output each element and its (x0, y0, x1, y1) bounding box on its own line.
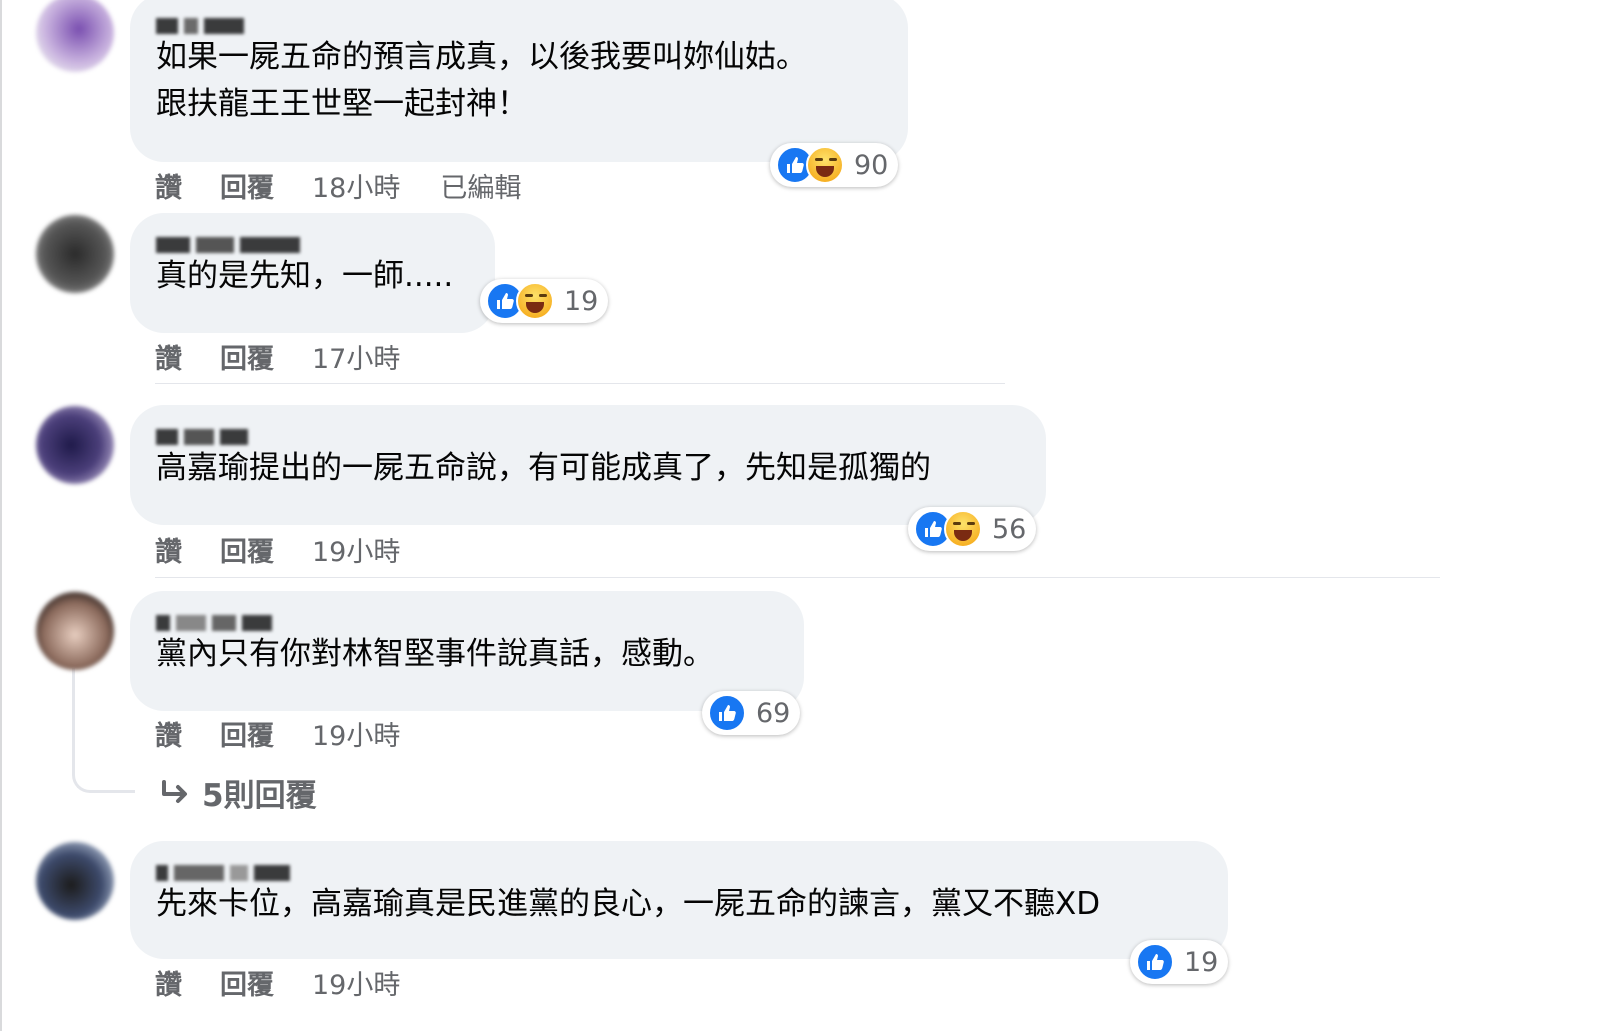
like-button[interactable]: 讚 (155, 963, 182, 1002)
comment-text-line: 高嘉瑜提出的一屍五命說，有可能成真了，先知是孤獨的 (156, 450, 931, 486)
reply-button[interactable]: 回覆 (220, 166, 274, 205)
like-icon (1136, 943, 1174, 981)
comment-actions: 讚 回覆 17小時 (155, 337, 440, 376)
comment-text-line: 黨內只有你對林智堅事件說真話，感動。 (156, 636, 714, 672)
haha-icon (806, 146, 844, 184)
reaction-summary[interactable]: 19 (1130, 940, 1229, 984)
author-name-redacted[interactable] (156, 601, 778, 631)
reaction-summary[interactable]: 19 (480, 279, 609, 323)
reply-thread-line (72, 668, 135, 793)
reaction-count: 19 (1184, 946, 1219, 978)
timestamp[interactable]: 19小時 (312, 714, 400, 753)
comment-actions: 讚 回覆 18小時 已編輯 (155, 166, 561, 205)
timestamp[interactable]: 19小時 (312, 530, 400, 569)
comment-bubble: 先來卡位，高嘉瑜真是民進黨的良心，一屍五命的諫言，黨又不聽XD (130, 841, 1228, 959)
avatar[interactable] (36, 406, 114, 484)
comment-actions: 讚 回覆 19小時 (155, 530, 440, 569)
reply-arrow-icon (162, 779, 187, 803)
view-replies-link[interactable]: 5則回覆 (158, 770, 317, 815)
comment-bubble: 高嘉瑜提出的一屍五命說，有可能成真了，先知是孤獨的 (130, 405, 1046, 525)
comment-actions: 讚 回覆 19小時 (155, 963, 440, 1002)
comment-bubble: 黨內只有你對林智堅事件說真話，感動。 (130, 591, 804, 711)
like-button[interactable]: 讚 (155, 714, 182, 753)
reply-button[interactable]: 回覆 (220, 963, 274, 1002)
avatar[interactable] (36, 592, 114, 670)
comment-text-line: 如果一屍五命的預言成真，以後我要叫妳仙姑。 (156, 39, 807, 75)
like-icon (708, 694, 746, 732)
author-name-redacted[interactable] (156, 415, 1020, 445)
haha-icon (516, 282, 554, 320)
reply-button[interactable]: 回覆 (220, 530, 274, 569)
reaction-count: 69 (756, 697, 791, 729)
timestamp[interactable]: 19小時 (312, 963, 400, 1002)
comment-text-line: 先來卡位，高嘉瑜真是民進黨的良心，一屍五命的諫言，黨又不聽XD (156, 886, 1101, 922)
comment-text-line: 跟扶龍王王世堅一起封神！ (156, 86, 528, 122)
comment-text-line: 真的是先知，一師..... (156, 258, 454, 294)
reaction-count: 90 (854, 149, 889, 181)
comment-bubble: 如果一屍五命的預言成真，以後我要叫妳仙姑。 跟扶龍王王世堅一起封神！ (130, 0, 908, 162)
replies-count-label[interactable]: 5則回覆 (202, 770, 317, 815)
reaction-summary[interactable]: 90 (770, 143, 899, 187)
author-name-redacted[interactable] (156, 4, 882, 34)
comment-actions: 讚 回覆 19小時 (155, 714, 440, 753)
reaction-summary[interactable]: 56 (908, 507, 1037, 551)
avatar[interactable] (36, 842, 114, 920)
edited-label[interactable]: 已編輯 (440, 166, 521, 205)
avatar[interactable] (36, 0, 114, 72)
left-border (0, 0, 2, 1031)
like-button[interactable]: 讚 (155, 166, 182, 205)
author-name-redacted[interactable] (156, 223, 469, 253)
like-button[interactable]: 讚 (155, 530, 182, 569)
avatar[interactable] (36, 215, 114, 293)
divider (155, 383, 1005, 384)
reply-button[interactable]: 回覆 (220, 337, 274, 376)
reaction-count: 56 (992, 513, 1027, 545)
like-button[interactable]: 讚 (155, 337, 182, 376)
author-name-redacted[interactable] (156, 851, 1202, 881)
reaction-summary[interactable]: 69 (702, 691, 801, 735)
timestamp[interactable]: 18小時 (312, 166, 400, 205)
reaction-count: 19 (564, 285, 599, 317)
haha-icon (944, 510, 982, 548)
divider (155, 577, 1440, 578)
comment-bubble: 真的是先知，一師..... (130, 213, 495, 333)
timestamp[interactable]: 17小時 (312, 337, 400, 376)
reply-button[interactable]: 回覆 (220, 714, 274, 753)
